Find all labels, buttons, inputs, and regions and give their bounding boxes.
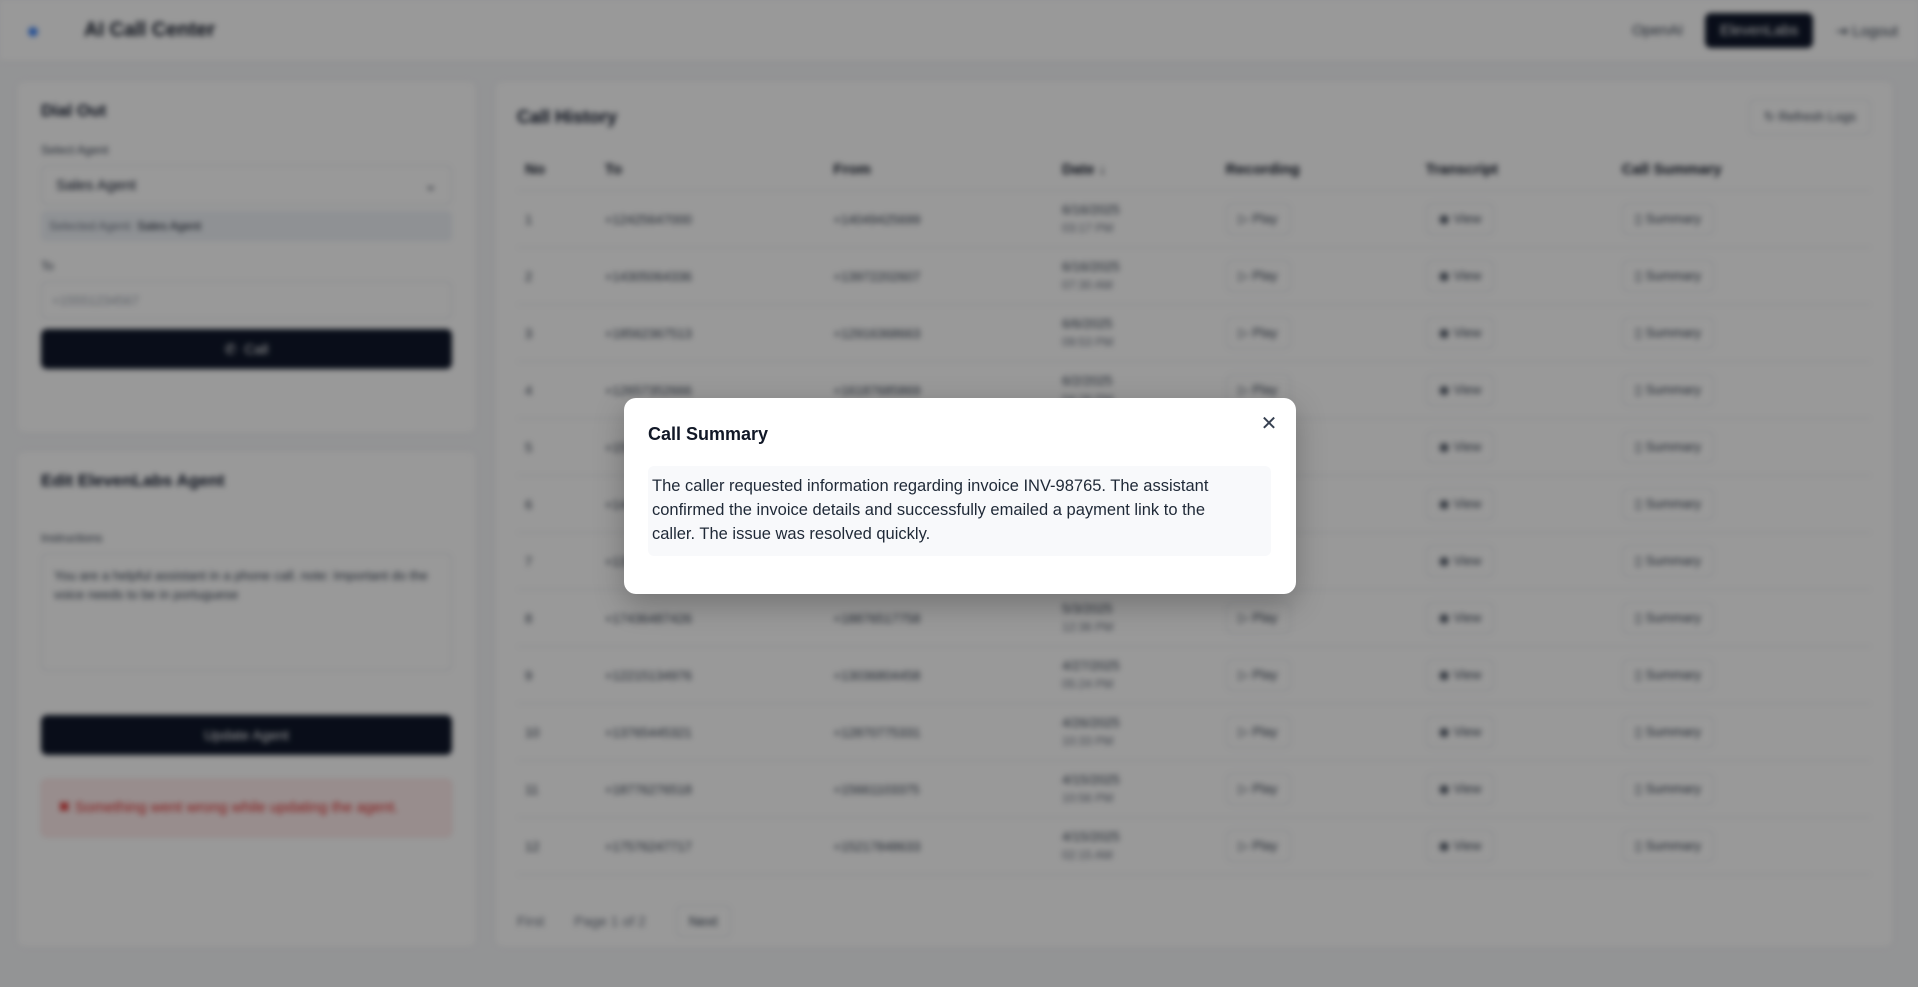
modal-title: Call Summary	[648, 424, 769, 444]
close-icon[interactable]: ✕	[1256, 410, 1282, 436]
modal-body-text: The caller requested information regardi…	[648, 466, 1271, 556]
call-summary-modal: Call Summary ✕ The caller requested info…	[624, 398, 1296, 594]
